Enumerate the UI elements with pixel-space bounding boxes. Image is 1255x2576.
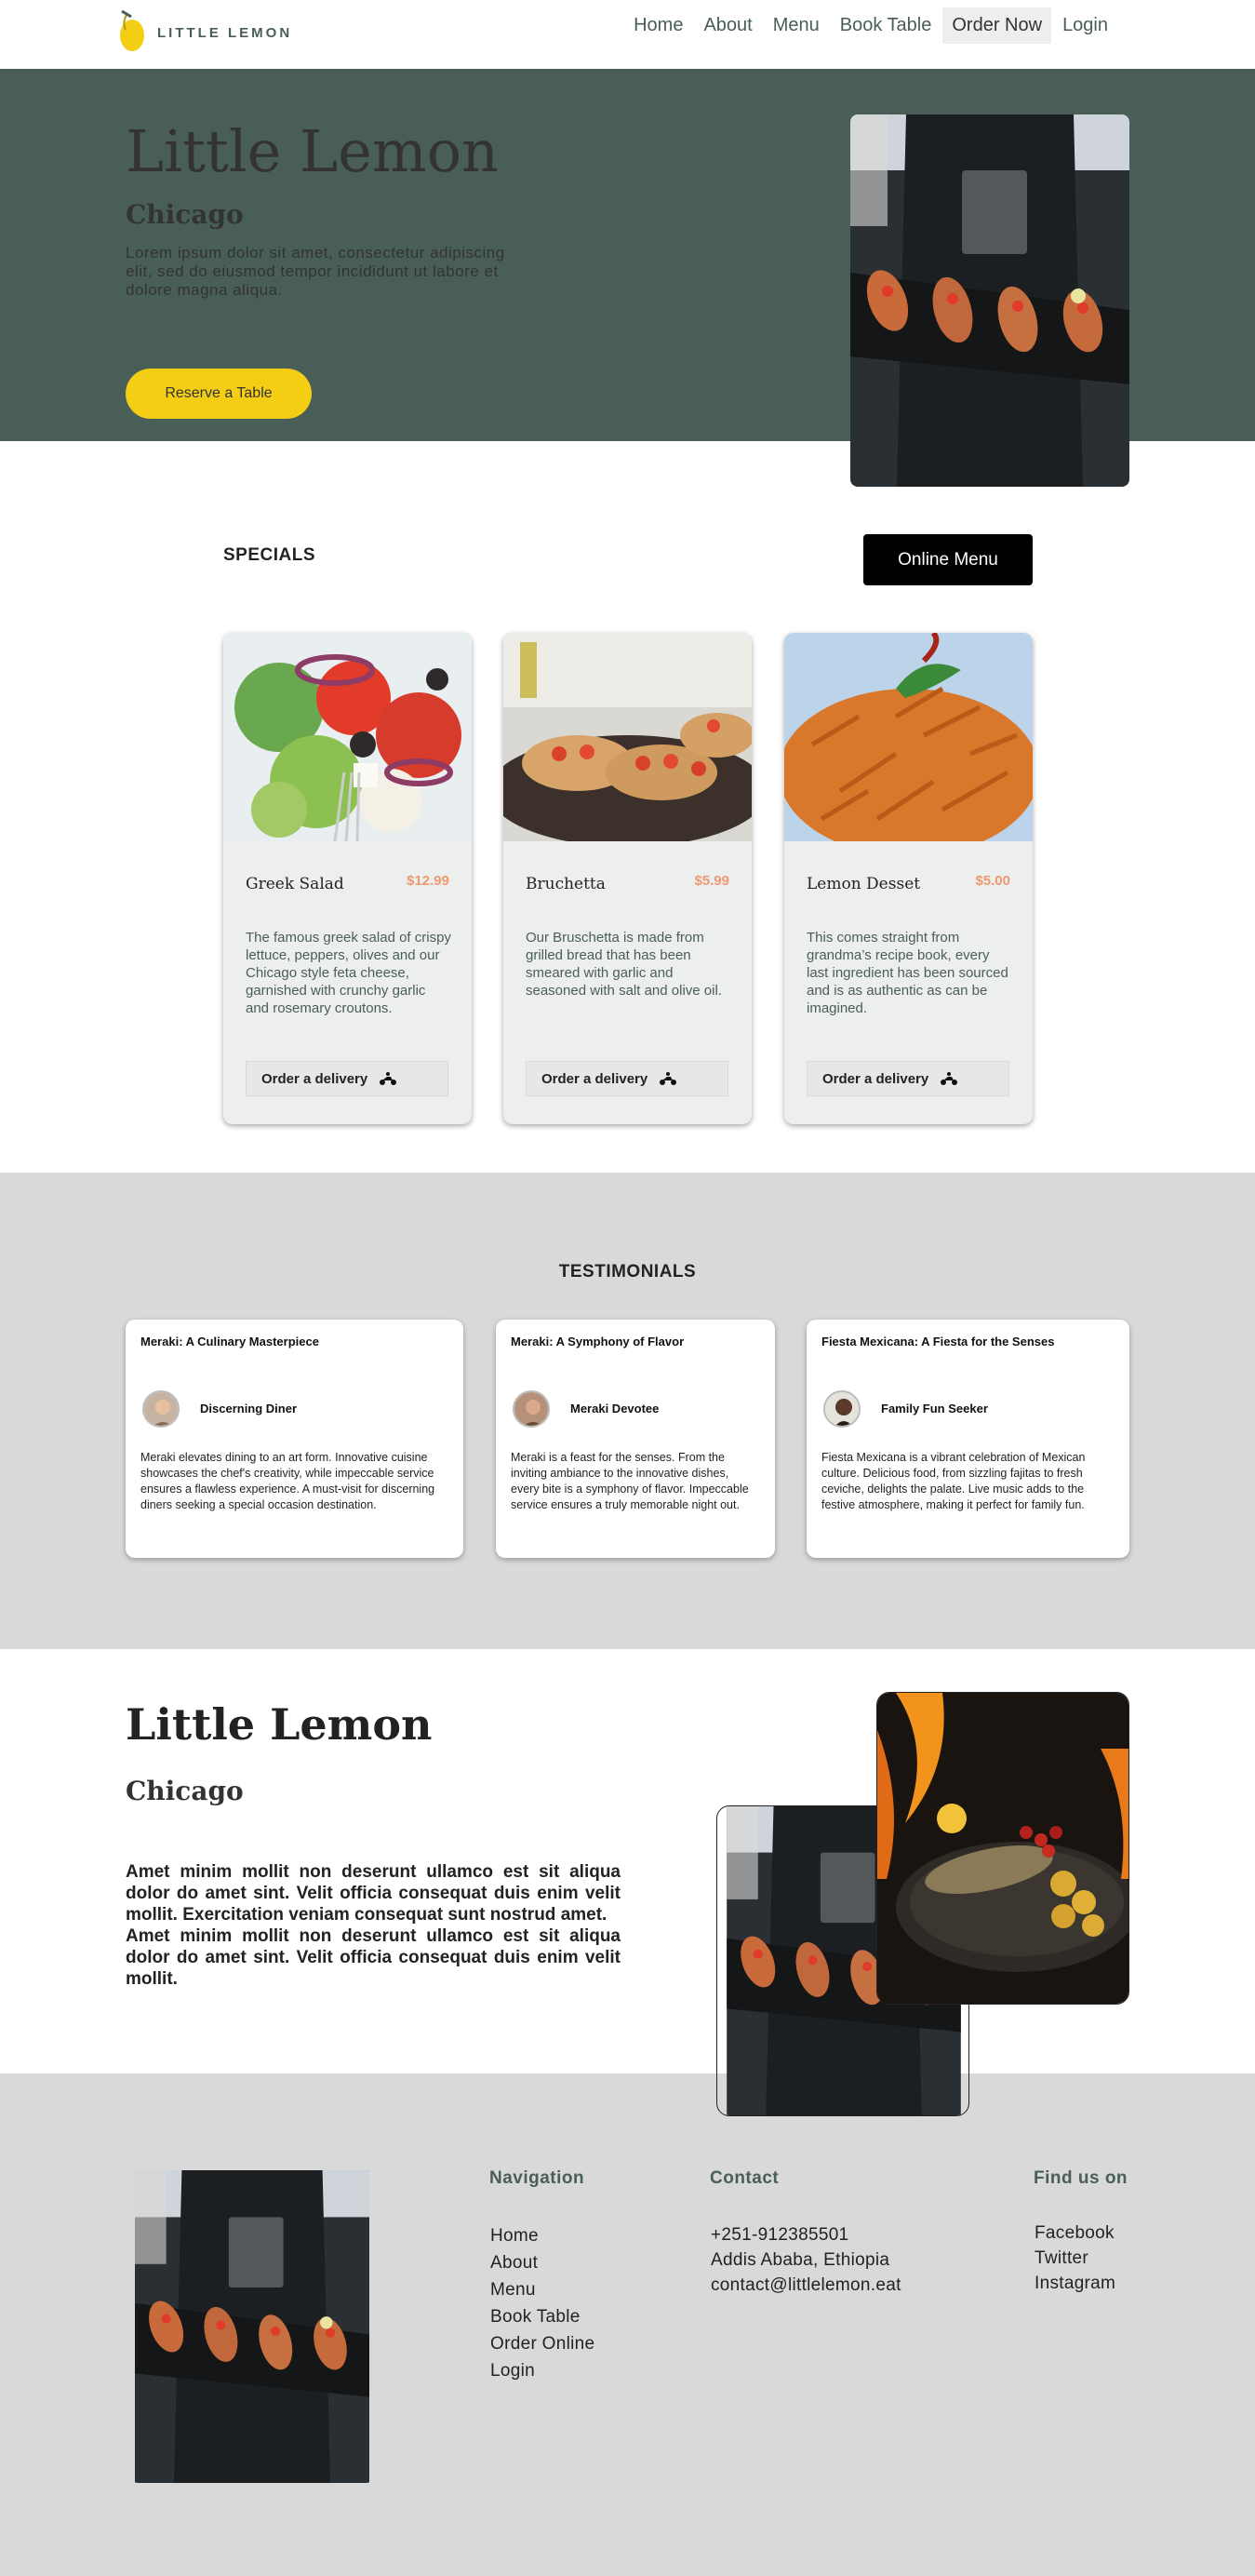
footer-image <box>126 2170 379 2483</box>
order-delivery-label: Order a delivery <box>541 1070 648 1087</box>
nav-item-menu[interactable]: Menu <box>764 7 829 44</box>
reviewer-name: Meraki Devotee <box>570 1402 660 1415</box>
footer-contact-title: Contact <box>710 2168 780 2188</box>
delivery-scooter-icon <box>940 1071 958 1086</box>
avatar <box>823 1390 861 1428</box>
testimonial-review: Meraki is a feast for the senses. From t… <box>511 1451 749 1511</box>
nav-links: Home About Menu Book Table Order Now Log… <box>622 7 1117 44</box>
nav-item-about[interactable]: About <box>694 7 761 44</box>
footer-navigation-title: Navigation <box>489 2168 585 2188</box>
logo[interactable]: LITTLE LEMON <box>118 7 292 52</box>
order-delivery-button[interactable]: Order a delivery <box>807 1061 1009 1096</box>
logo-text: LITTLE LEMON <box>157 24 293 41</box>
nav-item-login[interactable]: Login <box>1053 7 1117 44</box>
lemon-desset-image <box>784 633 1033 856</box>
special-description: The famous greek salad of crispy lettuce… <box>246 930 451 1016</box>
special-name: Greek Salad <box>246 875 344 893</box>
footer: Navigation Home About Menu Book Table Or… <box>0 2073 1255 2576</box>
testimonial-card: Meraki: A Culinary Masterpiece Discernin… <box>126 1320 463 1558</box>
online-menu-button[interactable]: Online Menu <box>863 534 1033 585</box>
special-price: $5.99 <box>694 873 729 889</box>
footer-social-list: Facebook Twitter Instagram <box>1035 2220 1115 2296</box>
special-name: Lemon Desset <box>807 875 921 893</box>
special-card-bruchetta: Bruchetta $5.99 Our Bruschetta is made f… <box>503 633 752 1124</box>
nav-item-order-now[interactable]: Order Now <box>942 7 1052 44</box>
special-card-greek-salad: Greek Salad $12.99 The famous greek sala… <box>223 633 472 1124</box>
reserve-table-button[interactable]: Reserve a Table <box>126 369 312 419</box>
about-paragraph: Amet minim mollit non deserunt ullamco e… <box>126 1862 621 1925</box>
special-card-lemon-desset: Lemon Desset $5.00 This comes straight f… <box>784 633 1033 1124</box>
footer-link-book-table[interactable]: Book Table <box>490 2303 594 2330</box>
footer-link-menu[interactable]: Menu <box>490 2276 594 2303</box>
reviewer-name: Discerning Diner <box>200 1402 298 1415</box>
testimonial-review: Fiesta Mexicana is a vibrant celebration… <box>821 1451 1086 1511</box>
about-title: Little Lemon <box>126 1699 433 1750</box>
testimonial-title: Meraki: A Culinary Masterpiece <box>140 1335 319 1348</box>
order-delivery-label: Order a delivery <box>822 1070 929 1087</box>
contact-address: Addis Ababa, Ethiopia <box>711 2250 890 2270</box>
testimonials-title: TESTIMONIALS <box>558 1262 697 1281</box>
contact-email[interactable]: contact@littlelemon.eat <box>711 2273 901 2298</box>
about-text: Amet minim mollit non deserunt ullamco e… <box>126 1861 621 1990</box>
footer-link-about[interactable]: About <box>490 2249 594 2276</box>
about-image-grill <box>876 1692 1129 2005</box>
reviewer-name: Family Fun Seeker <box>881 1402 988 1415</box>
delivery-scooter-icon <box>659 1071 677 1086</box>
top-nav: LITTLE LEMON Home About Menu Book Table … <box>0 0 1255 69</box>
greek-salad-image <box>223 633 472 842</box>
bruchetta-image <box>503 633 752 847</box>
testimonial-card: Fiesta Mexicana: A Fiesta for the Senses… <box>807 1320 1129 1558</box>
avatar <box>142 1390 180 1428</box>
lemon-logo-icon <box>120 9 144 51</box>
nav-item-book-table[interactable]: Book Table <box>831 7 941 44</box>
special-description: This comes straight from grandma’s recip… <box>807 930 1008 1016</box>
avatar <box>513 1390 550 1428</box>
order-delivery-button[interactable]: Order a delivery <box>526 1061 728 1096</box>
nav-item-home[interactable]: Home <box>624 7 692 44</box>
testimonial-title: Meraki: A Symphony of Flavor <box>511 1335 685 1348</box>
social-link-facebook[interactable]: Facebook <box>1035 2220 1115 2246</box>
footer-link-home[interactable]: Home <box>490 2222 594 2249</box>
order-delivery-label: Order a delivery <box>261 1070 368 1087</box>
hero-subtitle: Chicago <box>126 199 244 230</box>
delivery-scooter-icon <box>379 1071 397 1086</box>
footer-link-order-online[interactable]: Order Online <box>490 2330 594 2357</box>
hero-title: Little Lemon <box>126 117 499 185</box>
special-price: $5.00 <box>975 873 1010 889</box>
special-description: Our Bruschetta is made from grilled brea… <box>526 930 722 999</box>
special-name: Bruchetta <box>526 875 606 893</box>
chef-plate-image <box>850 114 1129 487</box>
about-subtitle: Chicago <box>126 1776 244 1806</box>
testimonials-section: TESTIMONIALS Meraki: A Culinary Masterpi… <box>0 1173 1255 1649</box>
special-price: $12.99 <box>407 873 449 889</box>
specials-title: SPECIALS <box>223 545 316 565</box>
social-link-twitter[interactable]: Twitter <box>1035 2246 1115 2271</box>
testimonial-card: Meraki: A Symphony of Flavor Meraki Devo… <box>496 1320 775 1558</box>
contact-phone: +251-912385501 <box>711 2225 849 2245</box>
social-link-instagram[interactable]: Instagram <box>1035 2271 1115 2296</box>
testimonial-title: Fiesta Mexicana: A Fiesta for the Senses <box>821 1335 1055 1348</box>
footer-link-login[interactable]: Login <box>490 2357 594 2384</box>
order-delivery-button[interactable]: Order a delivery <box>246 1061 448 1096</box>
footer-navigation-list: Home About Menu Book Table Order Online … <box>490 2222 594 2384</box>
footer-contact-list: +251-912385501 Addis Ababa, Ethiopia con… <box>711 2222 901 2298</box>
footer-social-title: Find us on <box>1034 2168 1128 2188</box>
hero-description: Lorem ipsum dolor sit amet, consectetur … <box>126 244 505 299</box>
hero-image <box>850 114 1129 487</box>
testimonial-review: Meraki elevates dining to an art form. I… <box>140 1451 435 1511</box>
about-paragraph: Amet minim mollit non deserunt ullamco e… <box>126 1926 621 1989</box>
